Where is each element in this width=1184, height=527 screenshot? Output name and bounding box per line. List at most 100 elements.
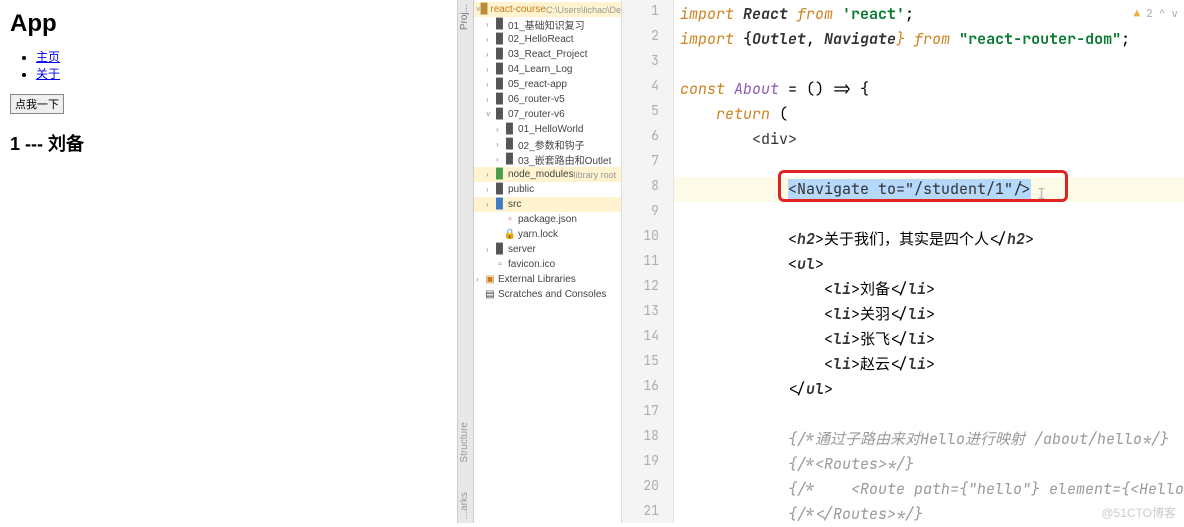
tree-item[interactable]: ›▉02_参数和钩子 (474, 137, 621, 152)
tree-suffix: library root (574, 170, 617, 180)
code-line: <li>关羽</li> (674, 302, 1184, 327)
tree-arrow-icon[interactable]: › (496, 155, 504, 164)
tree-label: 05_react-app (508, 79, 567, 90)
line-number: 8 (622, 177, 673, 202)
tree-suffix: C:\Users\lichao\De (546, 5, 621, 15)
editor-pane: 123456789101112131415161718192021 ▲2 ^ v… (622, 0, 1184, 523)
code-line (674, 202, 1184, 227)
ide-left-toolstrip[interactable]: Proj... Structure ...arks (458, 0, 474, 523)
tree-item[interactable]: ›▉04_Learn_Log (474, 62, 621, 77)
folder-icon: ▉ (494, 20, 506, 30)
tree-arrow-icon[interactable]: › (486, 170, 494, 179)
tree-item[interactable]: ›▉03_React_Project (474, 47, 621, 62)
scratch-icon: ▤ (484, 290, 496, 300)
folder-icon: ▉ (494, 110, 506, 120)
tree-arrow-icon[interactable]: › (486, 65, 494, 74)
tree-item[interactable]: ›▉02_HelloReact (474, 32, 621, 47)
line-number: 19 (622, 452, 673, 477)
tree-label: 04_Learn_Log (508, 64, 573, 75)
tool-tab-bookmarks[interactable]: ...arks (459, 492, 470, 519)
tree-label: src (508, 199, 521, 210)
code-area[interactable]: ▲2 ^ v import React from 'react'; import… (674, 0, 1184, 523)
tree-arrow-icon[interactable]: › (486, 50, 494, 59)
tree-arrow-icon[interactable]: › (486, 35, 494, 44)
tree-arrow-icon[interactable]: › (486, 245, 494, 254)
nav-link-about[interactable]: 关于 (36, 67, 60, 81)
tree-item[interactable]: 🔒yarn.lock (474, 227, 621, 242)
line-gutter: 123456789101112131415161718192021 (622, 0, 674, 523)
folder-icon: ▉ (494, 65, 506, 75)
code-line-highlighted: <Navigate to="/student/1"/> I (674, 177, 1184, 202)
lib-icon: ▣ (484, 275, 496, 285)
tree-item[interactable]: ›▉03_嵌套路由和Outlet (474, 152, 621, 167)
tree-label: package.json (518, 214, 577, 225)
tree-arrow-icon[interactable]: › (476, 275, 484, 284)
tree-item[interactable]: ›▉05_react-app (474, 77, 621, 92)
tool-tab-project[interactable]: Proj... (459, 4, 470, 30)
folder-icon: ▉ (494, 35, 506, 45)
file-icon: ▫ (494, 260, 506, 270)
line-number: 11 (622, 252, 673, 277)
tree-label: 06_router-v5 (508, 94, 565, 105)
folder-icon: ▉ (494, 50, 506, 60)
tree-label: 03_嵌套路由和Outlet (518, 152, 611, 167)
line-number: 6 (622, 127, 673, 152)
tree-item[interactable]: ˅▉07_router-v6 (474, 107, 621, 122)
line-number: 5 (622, 102, 673, 127)
browser-preview-pane: App 主页 关于 点我一下 1 --- 刘备 (0, 0, 458, 523)
tree-item[interactable]: ›▉public (474, 182, 621, 197)
line-number: 18 (622, 427, 673, 452)
tree-arrow-icon[interactable]: › (496, 140, 504, 149)
code-line (674, 402, 1184, 427)
folder-icon: ▉ (494, 95, 506, 105)
folder-icon: ▉ (504, 125, 516, 135)
lock-icon: 🔒 (504, 230, 516, 240)
tree-item[interactable]: ›▉src (474, 197, 621, 212)
tree-item[interactable]: ›▉01_基础知识复习 (474, 17, 621, 32)
tree-item[interactable]: ▫package.json (474, 212, 621, 227)
line-number: 15 (622, 352, 673, 377)
line-number: 7 (622, 152, 673, 177)
line-number: 3 (622, 52, 673, 77)
watermark: @51CTO博客 (1101, 504, 1176, 521)
tree-arrow-icon[interactable]: › (486, 185, 494, 194)
text-cursor: I (1037, 182, 1038, 198)
tree-item[interactable]: ˅▉react-course C:\Users\lichao\De (474, 2, 621, 17)
tree-label: 02_参数和钩子 (518, 137, 585, 152)
tree-arrow-icon[interactable]: › (486, 200, 494, 209)
line-number: 21 (622, 502, 673, 527)
tool-tab-structure[interactable]: Structure (459, 422, 470, 463)
project-tree[interactable]: ˅▉react-course C:\Users\lichao\De›▉01_基础… (474, 0, 622, 523)
folder-icon: ▉ (494, 245, 506, 255)
tree-item[interactable]: ›▉01_HelloWorld (474, 122, 621, 137)
tree-item[interactable]: ▫favicon.ico (474, 257, 621, 272)
tree-label: 02_HelloReact (508, 34, 574, 45)
tree-item[interactable]: ▤Scratches and Consoles (474, 287, 621, 302)
selected-code[interactable]: <Navigate to="/student/1"/> (788, 179, 1031, 199)
folder-icon: ▉ (504, 155, 516, 165)
tree-arrow-icon[interactable]: › (496, 125, 504, 134)
folder-icon: ▉ (494, 200, 506, 210)
folder-icon: ▉ (481, 5, 489, 15)
code-line: <li>张飞</li> (674, 327, 1184, 352)
line-number: 20 (622, 477, 673, 502)
tree-item[interactable]: ›▉06_router-v5 (474, 92, 621, 107)
code-line: <div> (674, 127, 1184, 152)
code-line: {/* <Route path={"hello"} element={<Hell… (674, 477, 1184, 502)
tree-label: 07_router-v6 (508, 109, 565, 120)
folder-icon: ▉ (494, 185, 506, 195)
tree-arrow-icon[interactable]: › (486, 80, 494, 89)
tree-arrow-icon[interactable]: ˅ (486, 110, 494, 119)
nav-list: 主页 关于 (10, 48, 447, 82)
click-me-button[interactable]: 点我一下 (10, 94, 64, 114)
tree-arrow-icon[interactable]: › (486, 95, 494, 104)
tree-item[interactable]: ›▉server (474, 242, 621, 257)
tree-item[interactable]: ›▣External Libraries (474, 272, 621, 287)
tree-label: react-course (490, 4, 546, 15)
tree-arrow-icon[interactable]: › (486, 20, 494, 29)
line-number: 1 (622, 2, 673, 27)
app-title: App (10, 10, 447, 38)
tree-label: favicon.ico (508, 259, 555, 270)
nav-link-home[interactable]: 主页 (36, 50, 60, 64)
tree-item[interactable]: ›▉node_modules library root (474, 167, 621, 182)
